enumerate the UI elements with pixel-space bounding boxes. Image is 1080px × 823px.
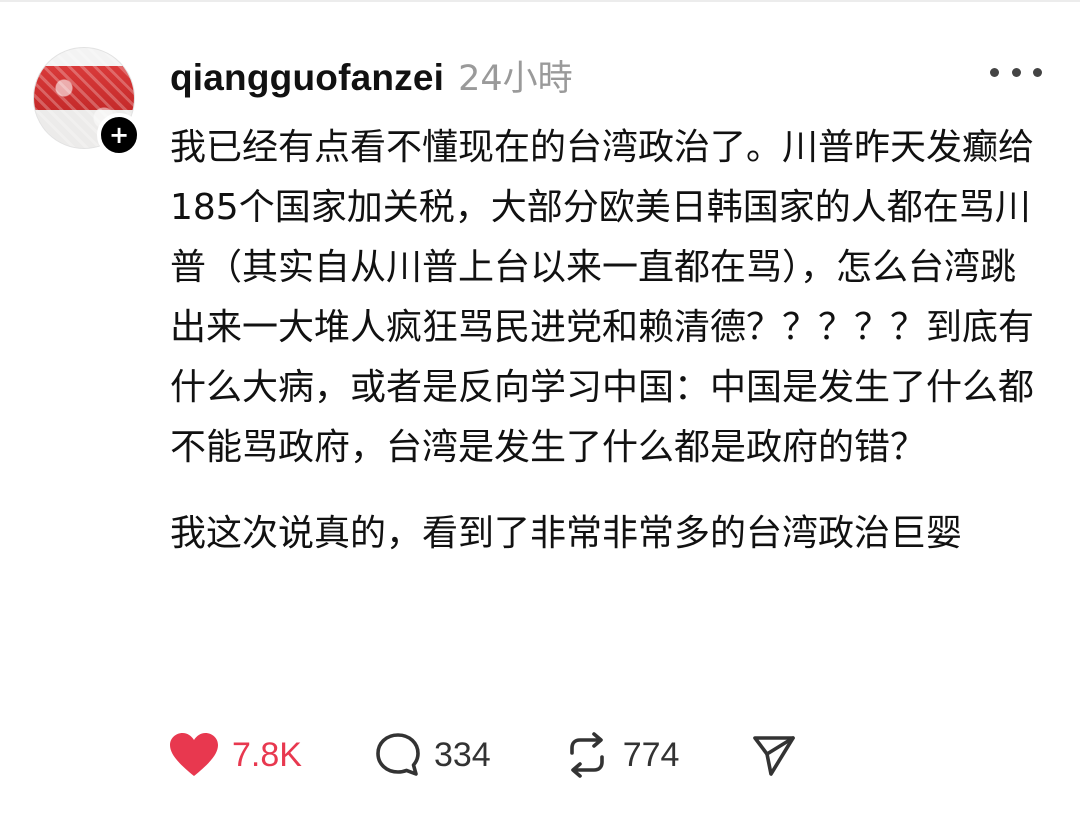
username[interactable]: qiangguofanzei <box>170 57 444 99</box>
more-dots-icon <box>1033 67 1042 77</box>
comment-button[interactable]: 334 <box>374 731 491 779</box>
send-icon <box>751 732 797 778</box>
follow-button[interactable]: + <box>97 113 141 157</box>
share-button[interactable] <box>751 732 797 778</box>
repost-count: 774 <box>622 735 680 774</box>
more-dots-icon <box>990 67 999 77</box>
top-divider <box>0 0 1080 2</box>
plus-icon: + <box>108 121 130 149</box>
heart-icon <box>168 732 220 778</box>
avatar-container[interactable]: + <box>33 47 141 157</box>
like-button[interactable]: 7.8K <box>168 732 302 778</box>
post-body: 我已经有点看不懂现在的台湾政治了。川普昨天发癫给185个国家加关税，大部分欧美日… <box>170 118 1050 564</box>
more-dots-icon <box>1011 67 1021 77</box>
action-bar: 7.8K 334 774 <box>168 725 797 785</box>
post-paragraph-1: 我已经有点看不懂现在的台湾政治了。川普昨天发癫给185个国家加关税，大部分欧美日… <box>170 127 1035 468</box>
post-paragraph-2: 我这次说真的，看到了非常非常多的台湾政治巨婴 <box>170 513 963 554</box>
like-count: 7.8K <box>232 735 302 774</box>
repost-icon <box>563 731 611 779</box>
post-header: qiangguofanzei 24小時 <box>170 50 573 100</box>
repost-button[interactable]: 774 <box>563 731 680 779</box>
comment-bubble-icon <box>374 731 422 779</box>
comment-count: 334 <box>433 735 491 774</box>
more-options-button[interactable] <box>990 58 1042 86</box>
timestamp: 24小時 <box>458 59 573 99</box>
